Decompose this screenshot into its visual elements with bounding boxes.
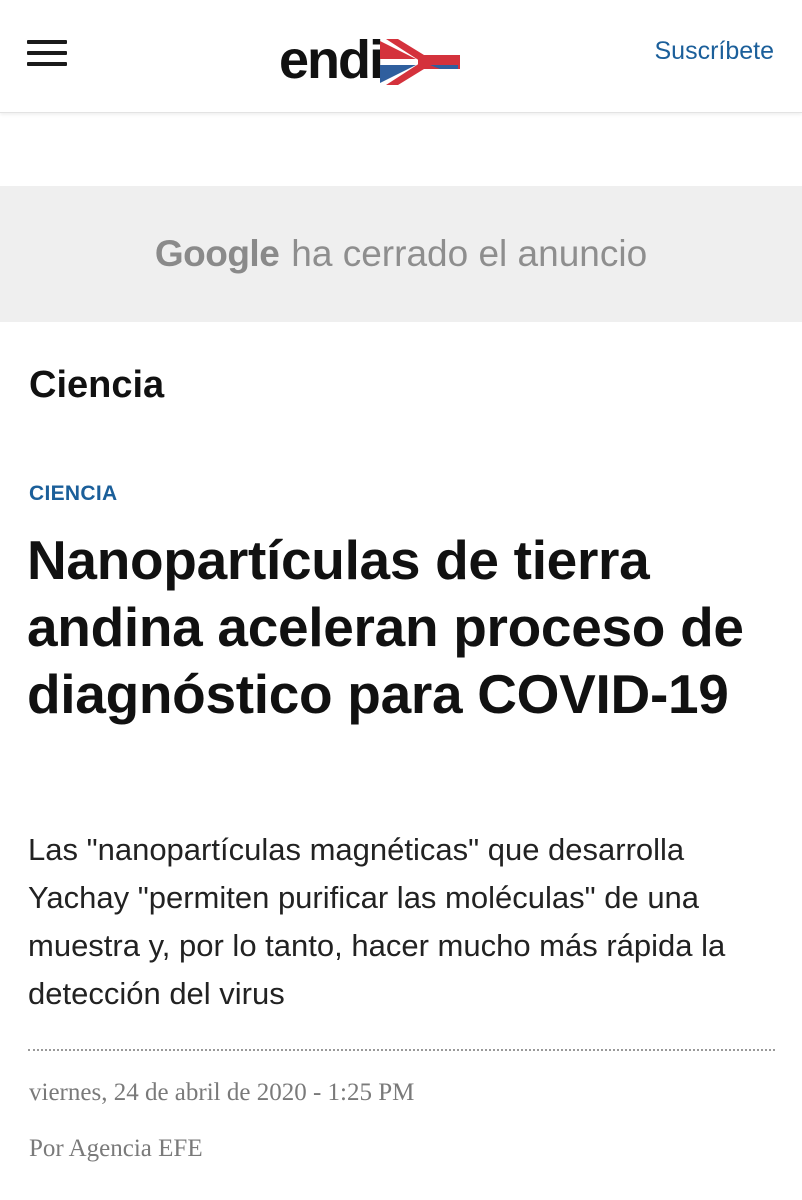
dotted-divider bbox=[28, 1049, 775, 1051]
ad-closed-text: ha cerrado el anuncio bbox=[291, 233, 648, 274]
logo-flag-mark-icon bbox=[380, 39, 461, 85]
logo-wordmark: endi bbox=[279, 30, 384, 90]
article-category-link[interactable]: CIENCIA bbox=[29, 482, 117, 506]
site-header: endi Suscríbete bbox=[0, 0, 802, 113]
article-date: viernes, 24 de abril de 2020 - 1:25 PM bbox=[29, 1079, 415, 1106]
closed-ad-message: Google ha cerrado el anuncio bbox=[155, 233, 647, 275]
hamburger-menu-icon[interactable] bbox=[27, 39, 67, 67]
article-page: endi Suscríbete Google ha cerrado el anu… bbox=[0, 0, 802, 1200]
closed-ad-banner: Google ha cerrado el anuncio bbox=[0, 186, 802, 322]
section-title[interactable]: Ciencia bbox=[29, 364, 164, 407]
article-summary: Las "nanopartículas magnéticas" que desa… bbox=[28, 832, 726, 1011]
article-byline: Por Agencia EFE bbox=[29, 1135, 203, 1162]
site-logo[interactable]: endi bbox=[279, 30, 509, 90]
subscribe-link[interactable]: Suscríbete bbox=[654, 37, 774, 66]
article-headline: Nanopartículas de tierra andina aceleran… bbox=[27, 529, 744, 725]
ad-brand-logo: Google bbox=[154, 233, 280, 274]
